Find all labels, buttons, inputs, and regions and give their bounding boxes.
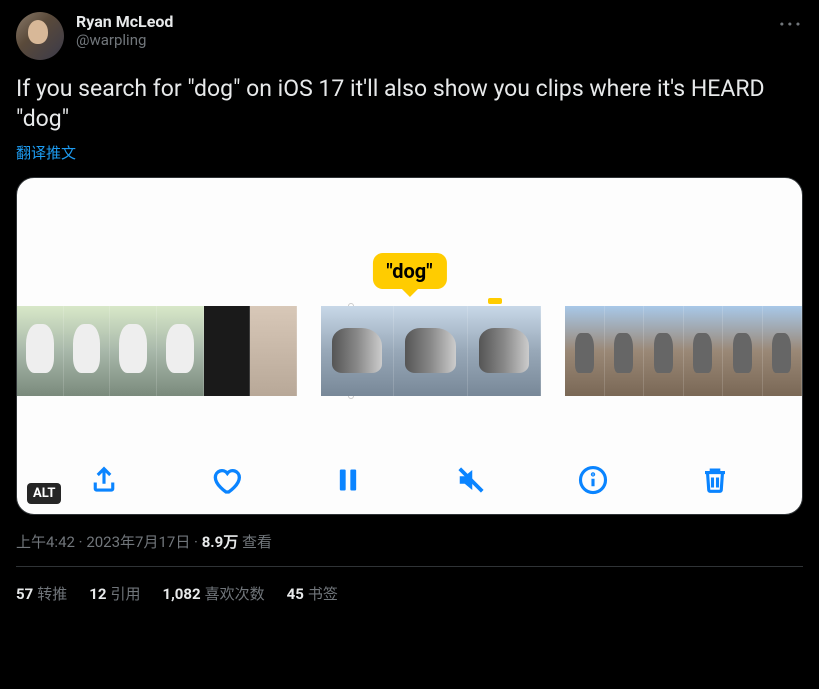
like-button[interactable] [208,462,244,498]
timeline-frame [723,306,763,396]
pause-icon [334,466,362,494]
views-count: 8.9万 [202,533,239,551]
delete-button[interactable] [697,462,733,498]
more-button[interactable]: ··· [779,12,803,36]
timeline-frame [684,306,724,396]
author-block[interactable]: Ryan McLeod @warpling [76,12,173,49]
pause-button[interactable] [330,462,366,498]
timeline-frame [204,306,251,396]
timeline-frame [763,306,803,396]
clip-group[interactable] [17,306,297,396]
stats-row: 57转推 12引用 1,082喜欢次数 45书签 [16,567,803,604]
share-button[interactable] [86,462,122,498]
tweet-meta: 上午4:42 · 2023年7月17日 · 8.9万 查看 [16,531,803,566]
timeline-frame [250,306,297,396]
clip-group[interactable] [321,306,541,396]
likes-stat[interactable]: 1,082喜欢次数 [162,583,264,604]
tweet-container: Ryan McLeod @warpling ··· If you search … [0,0,819,604]
info-icon [578,465,608,495]
heart-icon [210,464,242,496]
views-label: 查看 [238,533,272,551]
media-toolbar [17,462,802,498]
timeline-frame [565,306,605,396]
bookmarks-stat[interactable]: 45书签 [287,583,338,604]
timeline-frame [110,306,157,396]
avatar[interactable] [16,12,64,60]
retweets-stat[interactable]: 57转推 [16,583,67,604]
timeline-frame [17,306,64,396]
display-name: Ryan McLeod [76,12,173,31]
speaker-muted-icon [456,465,486,495]
timeline-frame [64,306,111,396]
translate-link[interactable]: 翻译推文 [16,142,803,163]
clip-group[interactable] [565,306,802,396]
alt-badge[interactable]: ALT [27,483,61,504]
timeline-frame [605,306,645,396]
media-card[interactable]: "dog" [16,177,803,515]
mute-button[interactable] [453,462,489,498]
time-label[interactable]: 上午4:42 [16,533,75,551]
timeline-frame [157,306,204,396]
trash-icon [700,465,730,495]
timeline-frame [468,306,541,396]
tweet-text: If you search for "dog" on iOS 17 it'll … [16,74,803,134]
share-icon [89,465,119,495]
date-label[interactable]: 2023年7月17日 [86,533,190,551]
handle: @warpling [76,31,173,49]
quotes-stat[interactable]: 12引用 [89,583,140,604]
tweet-header: Ryan McLeod @warpling ··· [16,12,803,60]
timeline-marker [488,298,502,304]
timeline-frame [321,306,394,396]
info-button[interactable] [575,462,611,498]
timeline-frame [644,306,684,396]
search-tooltip: "dog" [372,253,446,289]
timeline-frame [394,306,467,396]
video-timeline[interactable] [17,306,802,396]
